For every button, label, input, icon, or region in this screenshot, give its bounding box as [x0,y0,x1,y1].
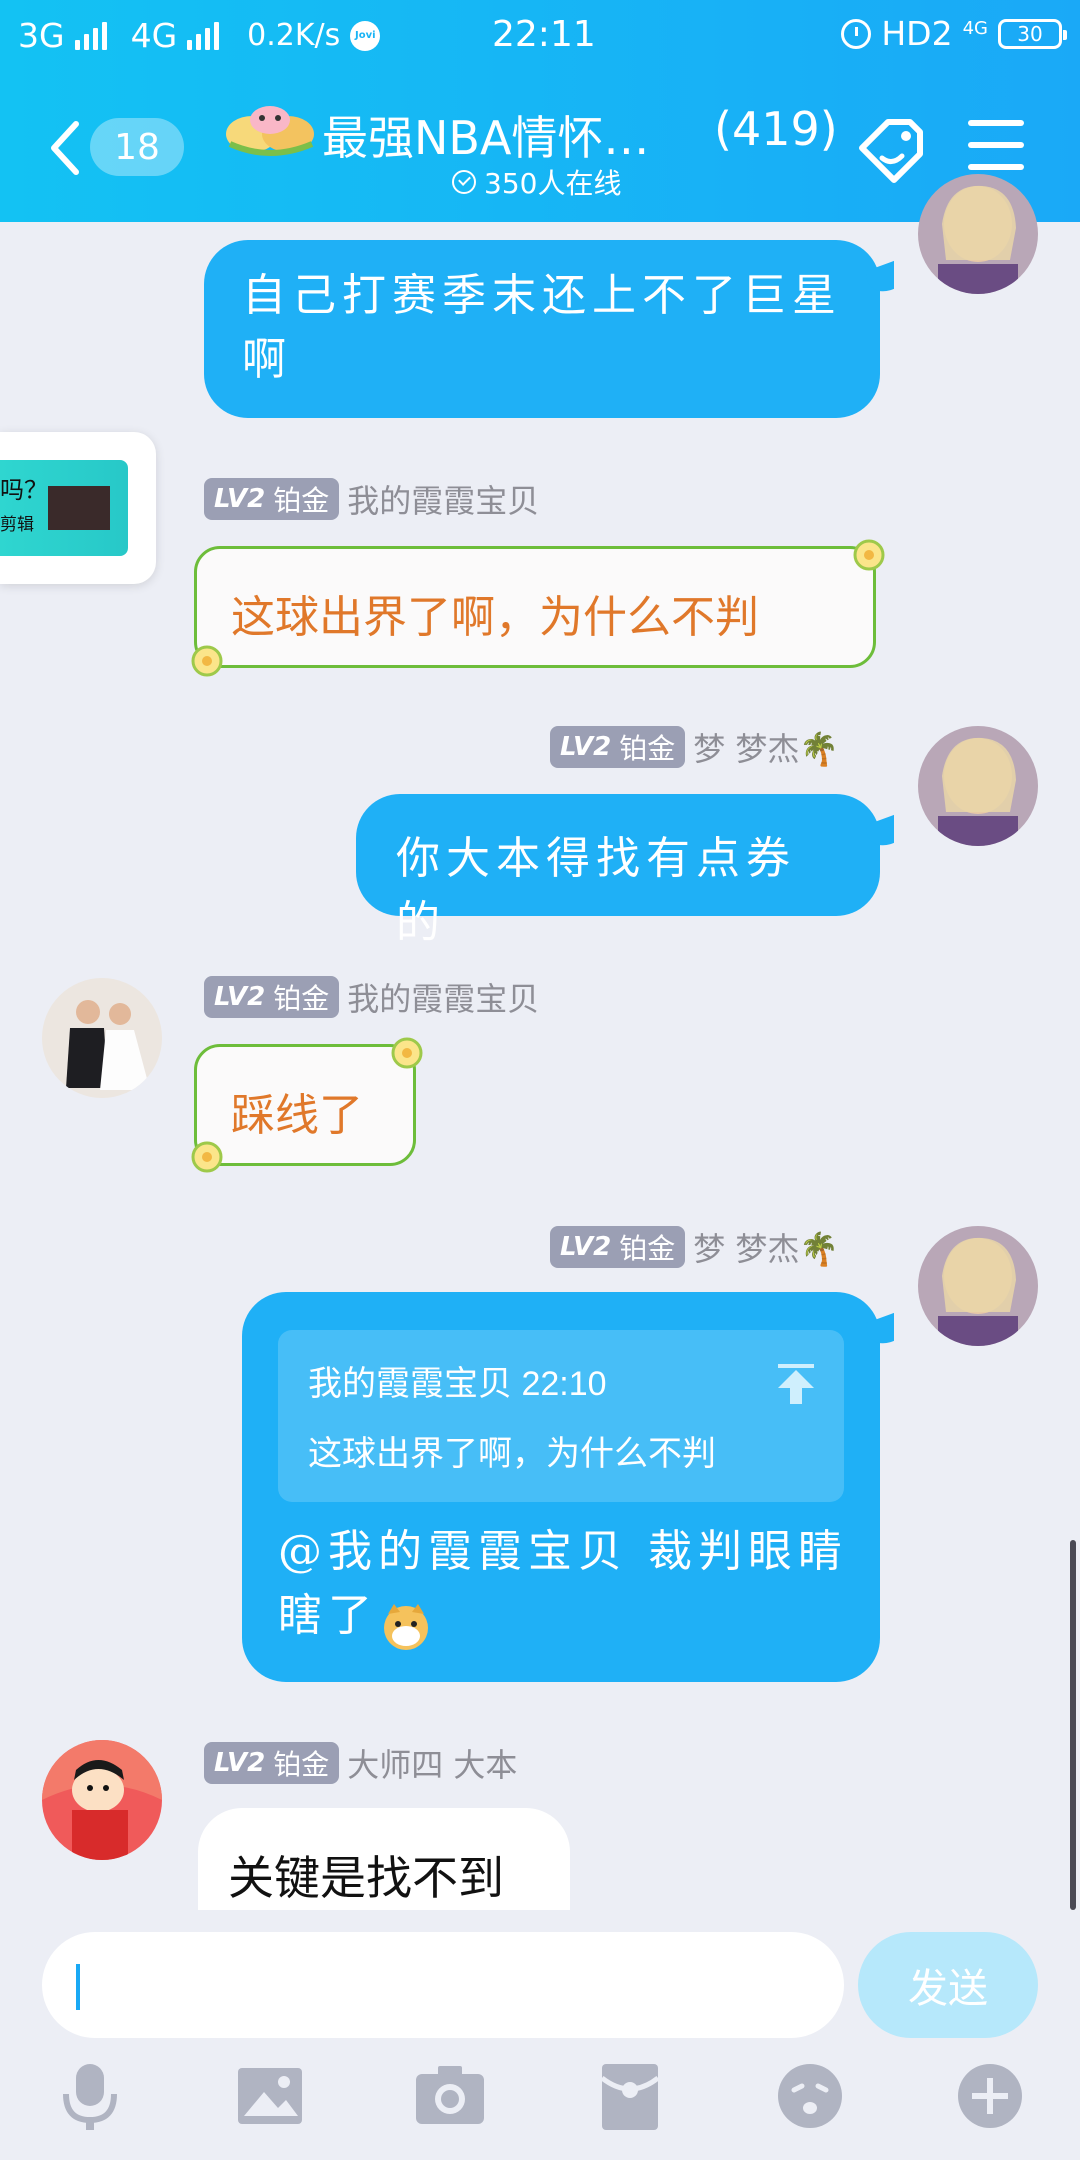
floating-video-card[interactable]: 吗？ 剪辑 [0,432,156,584]
image-icon[interactable] [232,2058,308,2134]
sender-meta: LV2 铂金 梦 梦杰🌴 [550,724,839,770]
emoji-icon[interactable] [772,2058,848,2134]
top-bar: 3G 4G 0.2K/s Jovi 22:11 HD2 4G 30 18 最强N… [0,0,1080,222]
plus-icon[interactable] [952,2058,1028,2134]
flower-decoration-icon [853,539,885,571]
flower-decoration-icon [191,1141,223,1173]
text-caret [76,1964,80,2010]
online-status[interactable]: 350人在线 [452,162,621,202]
card-line2: 剪辑 [0,515,34,535]
avatar[interactable] [918,1226,1038,1346]
sender-name[interactable]: 大师四 大本 [347,1740,517,1786]
avatar[interactable] [42,978,162,1098]
message-bubble[interactable]: 这球出界了啊，为什么不判 [194,546,876,668]
level-badge: LV2 铂金 [204,976,340,1018]
input-bar: 发送 [0,1910,1080,2160]
chat-header: 18 最强NBA情怀… (419) 350人在线 [0,88,1080,218]
jovi-icon: Jovi [350,20,381,51]
jump-to-top-icon[interactable] [774,1364,818,1404]
avatar-wedding-icon [42,978,162,1098]
avatar[interactable] [42,1740,162,1860]
hd-label: HD2 [881,14,953,53]
sender-name[interactable]: 我的霞霞宝贝 [347,974,539,1020]
battery-level: 30 [1017,21,1043,46]
group-title[interactable]: 最强NBA情怀… [322,102,649,168]
avatar-girl-icon [918,174,1038,294]
red-packet-icon[interactable] [592,2058,668,2134]
signal-3g-label: 3G [18,16,65,55]
video-thumbnail: 吗？ 剪辑 [0,460,128,556]
message-text: 关键是找不到 [228,1851,504,1905]
message-bubble[interactable]: 你大本得找有点券的 [356,794,880,948]
avatar-cartoon-icon [42,1740,162,1860]
dog-emoji-icon [384,1604,428,1650]
menu-icon[interactable] [968,120,1024,170]
avatar[interactable] [918,726,1038,846]
flower-decoration-icon [391,1037,423,1069]
quote-sender: 我的霞霞宝贝 22:10 [308,1365,607,1403]
network-4g-small: 4G [962,17,988,39]
level-badge: LV2 铂金 [204,478,340,520]
avatar-girl-icon [918,1226,1038,1346]
member-count: (419) [714,102,838,156]
camera-icon[interactable] [412,2058,488,2134]
sender-name[interactable]: 梦 梦杰🌴 [693,1224,839,1270]
status-bar: 3G 4G 0.2K/s Jovi 22:11 HD2 4G 30 [0,0,1080,76]
video-frame [48,486,110,530]
avatar[interactable] [918,174,1038,294]
group-tag-icon[interactable] [852,112,932,192]
message-bubble[interactable]: 自己打赛季末还上不了巨星啊 [204,240,880,418]
battery-icon: 30 [998,18,1067,49]
group-emoji-icon [226,106,314,156]
message-text: 踩线了 [231,1090,363,1141]
signal-bars-icon [74,21,107,50]
signal-bars-icon [187,21,220,50]
level-badge: LV2 铂金 [204,1742,340,1784]
sender-meta: LV2 铂金 我的霞霞宝贝 [204,974,539,1020]
signal-4g-label: 4G [130,16,178,55]
clock: 22:11 [492,14,596,55]
message-text: 这球出界了啊，为什么不判 [231,592,759,643]
avatar-girl-icon [918,726,1038,846]
sender-meta: LV2 铂金 梦 梦杰🌴 [550,1224,839,1270]
check-circle-icon [452,170,476,194]
level-badge: LV2 铂金 [550,1226,686,1268]
card-line1: 吗？ [0,476,48,504]
quoted-message[interactable]: 我的霞霞宝贝 22:10 这球出界了啊，为什么不判 [278,1330,844,1502]
message-bubble[interactable]: 关键是找不到 [198,1808,570,1910]
scrollbar[interactable] [1070,1540,1076,1910]
send-button[interactable]: 发送 [858,1932,1038,2038]
sender-meta: LV2 铂金 我的霞霞宝贝 [204,476,539,522]
sender-name[interactable]: 梦 梦杰🌴 [693,724,839,770]
online-count-label: 350人在线 [484,167,622,200]
message-text: @我的霞霞宝贝 裁判眼睛瞎了 [278,1526,848,1641]
back-arrow-icon[interactable] [46,118,86,178]
unread-count-badge[interactable]: 18 [90,118,184,176]
quote-text: 这球出界了啊，为什么不判 [308,1435,716,1473]
network-speed: 0.2K/s [247,18,341,53]
message-input[interactable] [42,1932,844,2038]
sender-name[interactable]: 我的霞霞宝贝 [347,476,539,522]
level-badge: LV2 铂金 [550,726,686,768]
mic-icon[interactable] [52,2058,128,2134]
flower-decoration-icon [191,645,223,677]
alarm-icon [841,18,872,49]
message-text: 自己打赛季末还上不了巨星啊 [242,270,842,385]
sender-meta: LV2 铂金 大师四 大本 [204,1740,517,1786]
message-text: 你大本得找有点券的 [396,833,796,948]
